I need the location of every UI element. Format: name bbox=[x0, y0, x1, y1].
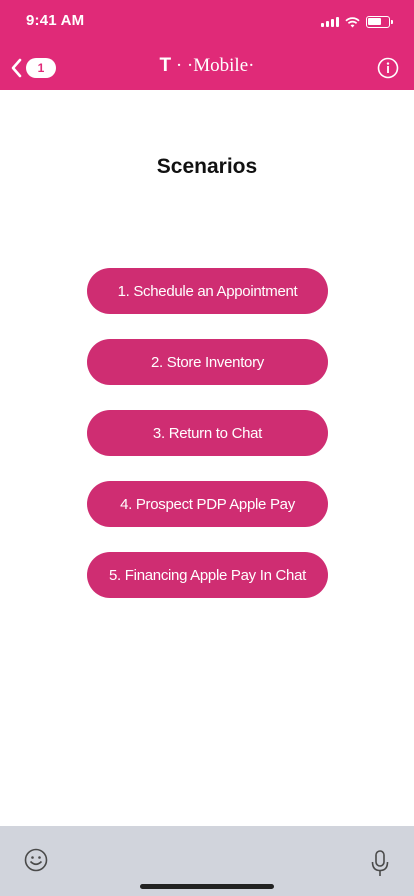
status-time: 9:41 AM bbox=[26, 12, 85, 29]
status-icons bbox=[321, 15, 393, 29]
header: 9:41 AM 1 T · ·Mobile· bbox=[0, 0, 414, 90]
scenario-button-return-to-chat[interactable]: 3. Return to Chat bbox=[87, 410, 328, 456]
wifi-icon bbox=[345, 16, 360, 27]
bottom-bar bbox=[0, 826, 414, 896]
brand-t: T bbox=[159, 55, 172, 76]
scenario-button-store-inventory[interactable]: 2. Store Inventory bbox=[87, 339, 328, 385]
signal-icon bbox=[321, 17, 339, 27]
page-title: Scenarios bbox=[156, 155, 258, 178]
scenario-button-schedule-appointment[interactable]: 1. Schedule an Appointment bbox=[87, 268, 328, 314]
screen: 9:41 AM 1 T · ·Mobile· Scenarios 1. Sche… bbox=[0, 0, 414, 896]
emoji-button[interactable] bbox=[24, 848, 48, 872]
microphone-button[interactable] bbox=[370, 850, 390, 878]
home-indicator bbox=[140, 884, 274, 889]
scenario-button-financing-apple-pay[interactable]: 5. Financing Apple Pay In Chat bbox=[87, 552, 328, 598]
smiley-icon bbox=[24, 848, 48, 872]
brand-logo: T · ·Mobile· bbox=[0, 55, 414, 77]
info-icon bbox=[377, 57, 399, 79]
microphone-icon bbox=[371, 850, 389, 876]
info-button[interactable] bbox=[377, 57, 399, 79]
scenario-button-prospect-pdp-apple-pay[interactable]: 4. Prospect PDP Apple Pay bbox=[87, 481, 328, 527]
battery-icon bbox=[366, 16, 393, 28]
brand-name: · ·Mobile· bbox=[171, 55, 255, 76]
